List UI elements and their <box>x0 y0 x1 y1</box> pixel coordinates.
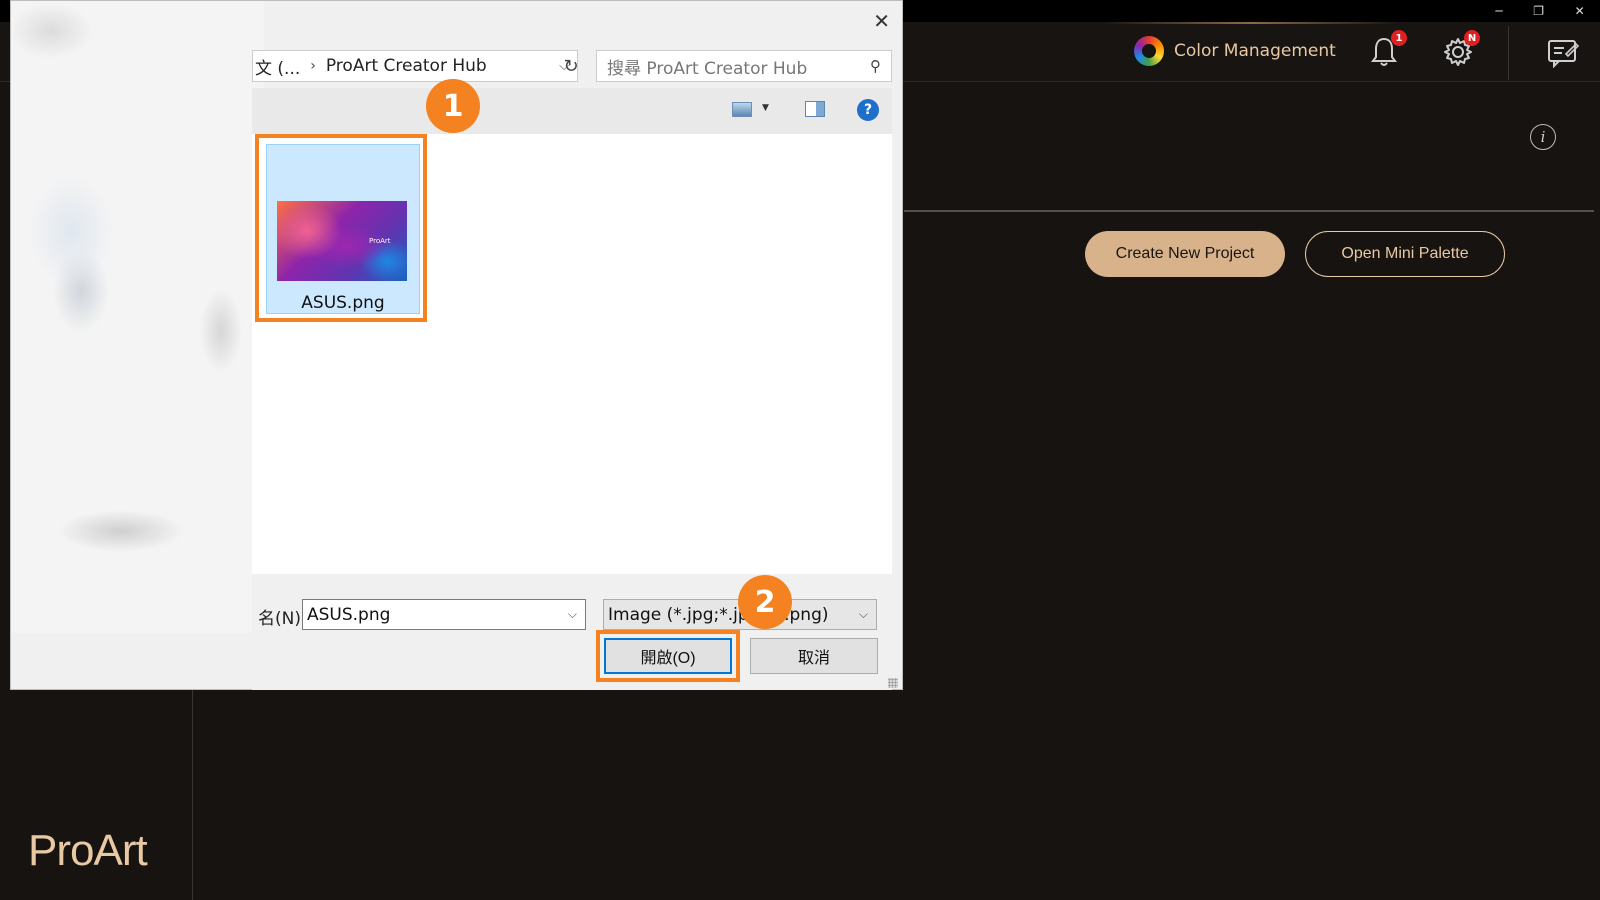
filename-input[interactable]: ASUS.png ⌵ <box>302 599 586 630</box>
notification-button[interactable]: 1 <box>1369 30 1407 68</box>
chevron-down-icon[interactable]: ⌵ <box>568 607 577 622</box>
sidebar-divider <box>192 690 193 900</box>
highlight-open <box>596 630 740 682</box>
step-2-badge: 2 <box>738 575 792 629</box>
filename-label: 名(N): <box>258 609 307 629</box>
notification-badge: 1 <box>1391 30 1407 46</box>
settings-button[interactable]: N <box>1442 30 1480 68</box>
help-icon[interactable]: ? <box>857 99 879 121</box>
close-window-icon[interactable]: ✕ <box>1575 4 1585 18</box>
search-input[interactable]: 搜尋 ProArt Creator Hub <box>607 54 807 79</box>
breadcrumb-current[interactable]: ProArt Creator Hub <box>326 56 487 76</box>
feedback-icon <box>1548 40 1580 69</box>
navigation-pane <box>11 1 264 633</box>
feedback-button[interactable] <box>1546 36 1580 69</box>
address-bar[interactable]: 文 (... › ProArt Creator Hub ⌵ <box>252 50 578 82</box>
refresh-icon[interactable]: ↻ <box>556 50 586 82</box>
filename-value: ASUS.png <box>307 604 391 625</box>
chevron-right-icon: › <box>310 58 316 74</box>
window-controls: ─ ❐ ✕ <box>1480 0 1600 22</box>
highlight-file <box>255 134 427 322</box>
header-separator <box>1508 26 1509 80</box>
color-management-label: Color Management <box>1174 41 1336 61</box>
color-management-button[interactable]: Color Management <box>1134 36 1336 66</box>
minimize-icon[interactable]: ─ <box>1495 4 1502 18</box>
preview-pane-icon[interactable] <box>805 101 825 117</box>
color-wheel-icon <box>1134 36 1164 66</box>
info-icon[interactable]: i <box>1530 124 1556 150</box>
create-new-project-button[interactable]: Create New Project <box>1085 231 1285 277</box>
step-1-badge: 1 <box>426 79 480 133</box>
search-box[interactable]: 搜尋 ProArt Creator Hub ⚲ <box>596 50 892 82</box>
chevron-down-icon[interactable]: ⌵ <box>859 607 868 622</box>
header-glow <box>1100 22 1400 24</box>
restore-icon[interactable]: ❐ <box>1533 4 1544 18</box>
cancel-button[interactable]: 取消 <box>750 638 878 674</box>
filetype-value: Image (*.jpg;*.jpeg;*.png) <box>608 604 829 625</box>
dialog-toolbar <box>252 88 892 134</box>
search-icon[interactable]: ⚲ <box>870 57 881 75</box>
resize-grip-icon[interactable] <box>888 678 898 688</box>
breadcrumb-parent[interactable]: 文 (... <box>255 54 300 79</box>
view-options-icon[interactable] <box>732 102 752 117</box>
settings-badge: N <box>1464 30 1480 46</box>
close-icon[interactable]: ✕ <box>873 9 890 33</box>
open-mini-palette-button[interactable]: Open Mini Palette <box>1305 231 1505 277</box>
section-divider <box>904 210 1594 212</box>
proart-logo: ProArt <box>28 826 148 875</box>
view-dropdown-icon[interactable]: ▼ <box>762 103 769 113</box>
